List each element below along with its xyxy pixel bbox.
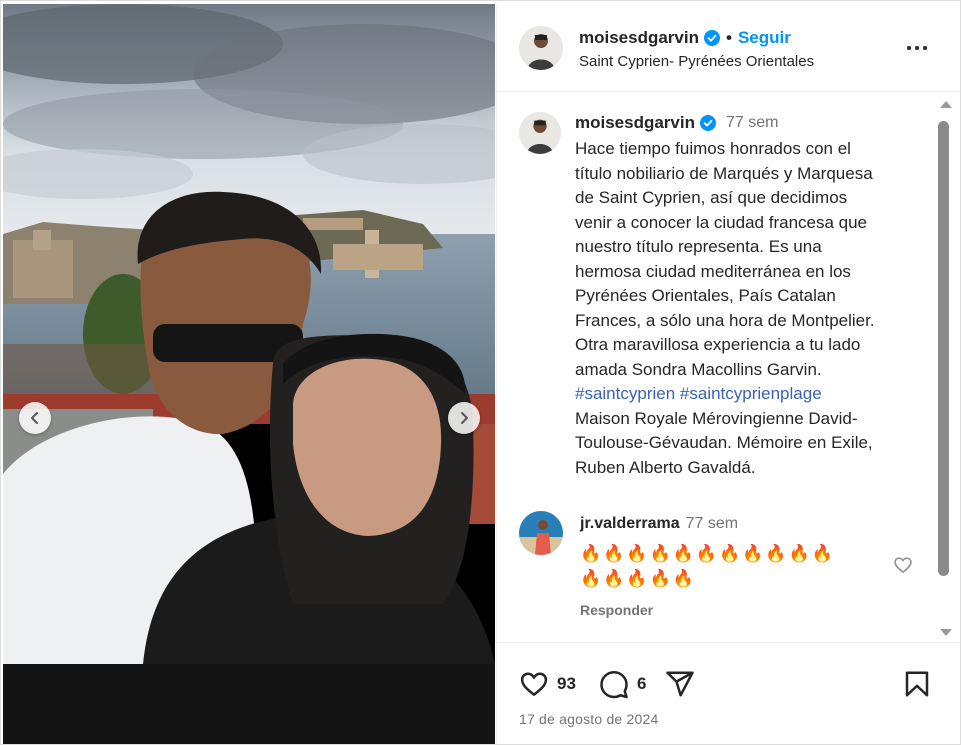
bookmark-icon[interactable]	[902, 669, 932, 699]
verified-badge-icon	[700, 115, 716, 131]
comments-list[interactable]: moisesdgarvin 77 sem Hace tiempo fuimos …	[497, 93, 959, 641]
verified-badge-icon	[704, 30, 720, 46]
like-action: 93	[519, 669, 576, 699]
author-username[interactable]: moisesdgarvin	[579, 28, 699, 48]
post-photo[interactable]	[3, 4, 495, 744]
previous-photo-button[interactable]	[19, 402, 51, 434]
comment-timestamp[interactable]: 77 sem	[686, 515, 738, 533]
photo-image	[3, 4, 495, 664]
share-action	[665, 669, 695, 699]
caption-timestamp[interactable]: 77 sem	[726, 114, 778, 132]
caption-hashtags[interactable]: #saintcyprien #saintcyprienplage	[575, 382, 925, 407]
scroll-down-arrow-icon[interactable]	[940, 629, 952, 636]
post-header: moisesdgarvin • Seguir Saint Cyprien- Py…	[497, 4, 959, 92]
comment-username[interactable]: jr.valderrama	[580, 515, 680, 533]
chevron-right-icon	[461, 412, 468, 424]
paper-plane-icon[interactable]	[665, 669, 695, 699]
caption-text: Hace tiempo fuimos honrados con el títul…	[575, 137, 925, 480]
caption-line: nuestro título representa. Es una	[575, 237, 822, 256]
avatar-image	[519, 511, 563, 555]
heart-icon[interactable]	[519, 669, 549, 699]
save-action	[902, 669, 932, 699]
post-date[interactable]: 17 de agosto de 2024	[519, 711, 658, 727]
caption-line: Pyrénées Orientales, País Catalan	[575, 286, 836, 305]
comment-text: 🔥🔥🔥🔥🔥🔥🔥🔥🔥🔥🔥 🔥🔥🔥🔥🔥	[580, 541, 870, 591]
caption-line: Hace tiempo fuimos honrados con el	[575, 139, 851, 158]
caption-avatar[interactable]	[519, 112, 561, 154]
caption-line: Maison Royale Mérovingienne David-	[575, 408, 858, 428]
scroll-up-arrow-icon[interactable]	[940, 101, 952, 108]
caption-line: título nobiliario de Marqués y Marquesa	[575, 163, 873, 183]
avatar-image	[519, 26, 563, 70]
caption-line: Otra maravillosa experiencia a tu lado	[575, 335, 861, 354]
author-avatar[interactable]	[519, 26, 563, 70]
comments-scrollbar[interactable]	[937, 101, 952, 637]
reply-button[interactable]: Responder	[580, 602, 653, 618]
more-options-icon	[907, 46, 911, 50]
caption-line: Toulouse-Gévaudan. Mémoire en Exile,	[575, 433, 873, 452]
caption-line: amada Sondra Macollins Garvin.	[575, 359, 822, 379]
comment-count[interactable]: 6	[637, 674, 646, 694]
post-location[interactable]: Saint Cyprien- Pyrénées Orientales	[579, 53, 814, 70]
comment-emoji-line: 🔥🔥🔥🔥🔥🔥🔥🔥🔥🔥🔥	[580, 544, 835, 563]
header-user-line: moisesdgarvin • Seguir	[579, 28, 791, 48]
next-photo-button[interactable]	[448, 402, 480, 434]
caption-line: Frances, a sólo una hora de Montpelier.	[575, 310, 875, 330]
avatar-image	[519, 112, 561, 154]
caption-line: hermosa ciudad mediterránea en los	[575, 261, 851, 281]
caption-username[interactable]: moisesdgarvin	[575, 113, 695, 133]
more-options-button[interactable]	[905, 36, 929, 60]
post-actions: 93 6 17 de agosto de 2024	[497, 642, 959, 744]
like-count[interactable]: 93	[557, 674, 576, 694]
scrollbar-thumb[interactable]	[938, 121, 949, 576]
chevron-left-icon	[31, 412, 38, 424]
comment-emoji-line: 🔥🔥🔥🔥🔥	[580, 569, 696, 588]
caption-line: de Saint Cyprien, así que decidimos	[575, 188, 848, 207]
header-separator: •	[726, 28, 732, 47]
post-side-panel: moisesdgarvin • Seguir Saint Cyprien- Py…	[496, 4, 959, 744]
commenter-avatar[interactable]	[519, 511, 563, 555]
caption-line: venir a conocer la ciudad francesa que	[575, 212, 868, 232]
comment-header: jr.valderrama 77 sem	[580, 515, 738, 533]
post-dialog: moisesdgarvin • Seguir Saint Cyprien- Py…	[0, 0, 961, 745]
caption-header: moisesdgarvin 77 sem	[575, 113, 778, 133]
comment-action: 6	[599, 669, 646, 699]
caption-line: Ruben Alberto Gavaldá.	[575, 457, 756, 477]
comment-bubble-icon[interactable]	[599, 669, 629, 699]
comment-like-heart-icon[interactable]	[893, 555, 913, 575]
follow-button[interactable]: Seguir	[738, 28, 791, 48]
photo-letterbox	[3, 664, 495, 744]
